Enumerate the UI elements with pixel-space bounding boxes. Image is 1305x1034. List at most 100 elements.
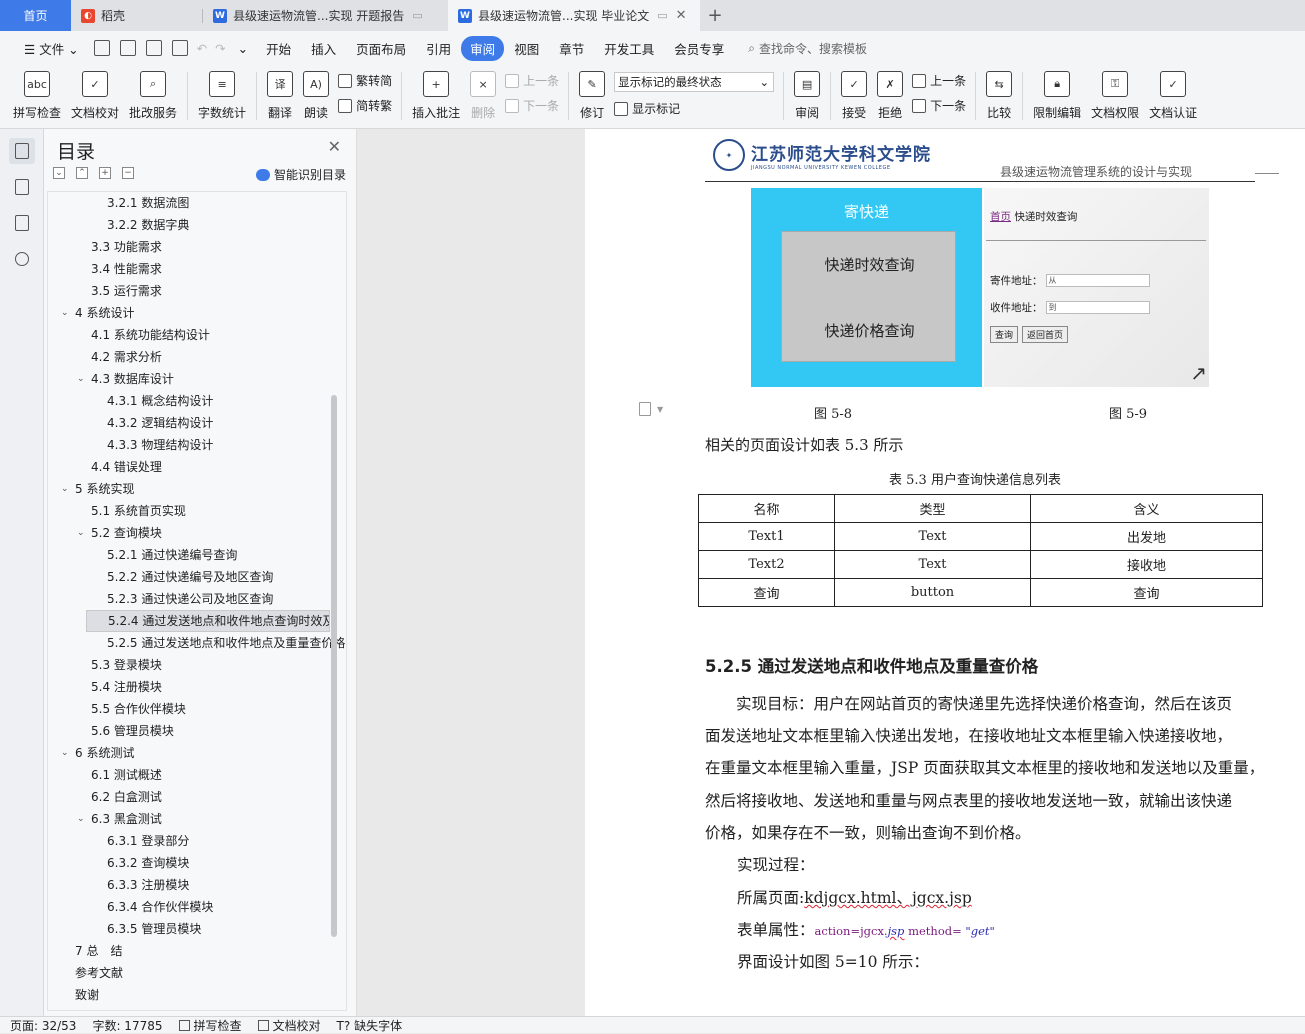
toc-item[interactable]: 6.3.2 查询模块	[48, 852, 346, 874]
close-icon[interactable]: ✕	[328, 137, 341, 156]
toc-item[interactable]: 5.6 管理员模块	[48, 720, 346, 742]
simp-to-trad-button[interactable]: 简转繁	[338, 97, 392, 114]
toc-item[interactable]: 参考文献	[48, 962, 346, 984]
toc-item[interactable]: 5.2.4 通过发送地点和收件地点查询时效及价格	[86, 610, 330, 632]
compare-button[interactable]: ⇆ 比较	[981, 65, 1017, 125]
toc-item[interactable]: 6.3.5 管理员模块	[48, 918, 346, 940]
spell-check-toggle[interactable]: 拼写检查	[178, 1017, 242, 1034]
menu-layout[interactable]: 页面布局	[346, 36, 416, 61]
annotation-service-button[interactable]: ⌕ 批改服务	[124, 65, 182, 125]
toc-item[interactable]: 3.5 运行需求	[48, 280, 346, 302]
add-heading-icon[interactable]: +	[99, 167, 111, 179]
toc-item[interactable]: 3.2.1 数据流图	[48, 192, 346, 214]
menu-member[interactable]: 会员专享	[664, 36, 734, 61]
missing-font-button[interactable]: T? 缺失字体	[337, 1017, 403, 1034]
menu-reference[interactable]: 引用	[416, 36, 461, 61]
tab-thesis[interactable]: W 县级速运物流管...实现 毕业论文 ▭ ✕	[448, 0, 700, 31]
prev-revision-button[interactable]: 上一条	[912, 72, 966, 89]
accept-button[interactable]: ✓ 接受	[836, 65, 872, 125]
save-icon[interactable]	[93, 40, 110, 56]
new-tab-button[interactable]: +	[700, 0, 730, 31]
toc-item[interactable]: 6.3.3 注册模块	[48, 874, 346, 896]
doc-cert-button[interactable]: ✓ 文档认证	[1144, 65, 1202, 125]
doc-rights-button[interactable]: ⚿ 文档权限	[1086, 65, 1144, 125]
page-indicator[interactable]: 页面: 32/53	[10, 1017, 76, 1034]
chevron-down-icon[interactable]: ▼	[657, 405, 663, 414]
next-comment-button[interactable]: 下一条	[505, 97, 559, 114]
menu-insert[interactable]: 插入	[301, 36, 346, 61]
menu-review[interactable]: 审阅	[461, 35, 505, 61]
toc-item[interactable]: 3.2.2 数据字典	[48, 214, 346, 236]
toc-item[interactable]: 7 总 结	[48, 940, 346, 962]
toc-item[interactable]: 4.3.2 逻辑结构设计	[48, 412, 346, 434]
toc-item[interactable]: 6.1 测试概述	[48, 764, 346, 786]
toc-item[interactable]: 6.2 白盒测试	[48, 786, 346, 808]
chevron-down-icon[interactable]: ⌄	[77, 522, 85, 544]
toc-item[interactable]: 4.3.3 物理结构设计	[48, 434, 346, 456]
expand-all-icon[interactable]: ⌄	[53, 167, 65, 179]
toc-item[interactable]: 4.4 错误处理	[48, 456, 346, 478]
toc-item[interactable]: 6.3.1 登录部分	[48, 830, 346, 852]
tab-docer[interactable]: ◐ 稻壳	[71, 0, 202, 31]
toc-item[interactable]: 5.4 注册模块	[48, 676, 346, 698]
print-preview-icon[interactable]	[171, 40, 188, 56]
menu-view[interactable]: 视图	[504, 36, 549, 61]
chevron-down-icon[interactable]: ⌄	[61, 302, 69, 324]
chevron-down-icon[interactable]: ⌄	[61, 478, 69, 500]
close-tab-icon[interactable]: ✕	[676, 8, 687, 23]
export-icon[interactable]	[119, 40, 136, 56]
doc-proof-button[interactable]: ✓ 文档校对	[66, 65, 124, 125]
prev-comment-button[interactable]: 上一条	[505, 72, 559, 89]
toc-item[interactable]: 5.2.2 通过快递编号及地区查询	[48, 566, 346, 588]
toc-item[interactable]: ⌄ 4 系统设计	[48, 302, 346, 324]
undo-icon[interactable]: ↶	[193, 41, 211, 56]
toc-item[interactable]: 致谢	[48, 984, 346, 1006]
toc-item[interactable]: 5.5 合作伙伴模块	[48, 698, 346, 720]
restrict-edit-button[interactable]: 🔒︎ 限制编辑	[1028, 65, 1086, 125]
trad-to-simp-button[interactable]: 繁转简	[338, 72, 392, 89]
reject-button[interactable]: ✗ 拒绝	[872, 65, 908, 125]
outline-button[interactable]	[8, 138, 35, 164]
file-menu[interactable]: ☰ 文件 ⌄	[14, 36, 89, 61]
toc-item[interactable]: 5.2.5 通过发送地点和收件地点及重量查价格	[48, 632, 346, 654]
toc-item[interactable]: 6.3.4 合作伙伴模块	[48, 896, 346, 918]
tab-home[interactable]: 首页	[0, 0, 71, 31]
track-changes-button[interactable]: ✎ 修订	[574, 65, 610, 125]
collapse-all-icon[interactable]: ⌃	[76, 167, 88, 179]
toc-item[interactable]: 3.3 功能需求	[48, 236, 346, 258]
paragraph-menu-icon[interactable]	[639, 402, 651, 416]
menu-section[interactable]: 章节	[549, 36, 594, 61]
read-aloud-button[interactable]: A) 朗读	[298, 65, 334, 125]
show-marks-button[interactable]: 显示标记	[614, 100, 774, 117]
word-count-button[interactable]: ≡ 字数统计	[193, 65, 251, 125]
toc-item[interactable]: ⌄ 6 系统测试	[48, 742, 346, 764]
toc-item[interactable]: 4.3.1 概念结构设计	[48, 390, 346, 412]
spell-check-button[interactable]: abc 拼写检查	[8, 65, 66, 125]
tab-proposal[interactable]: W 县级速运物流管...实现 开题报告 ▭	[203, 0, 448, 31]
menu-start[interactable]: 开始	[256, 36, 301, 61]
doc-proof-toggle[interactable]: 文档校对	[257, 1017, 321, 1034]
toc-scrollbar[interactable]	[331, 395, 337, 937]
toc-item[interactable]: 4.2 需求分析	[48, 346, 346, 368]
toc-item[interactable]: 4.1 系统功能结构设计	[48, 324, 346, 346]
toc-item[interactable]: 3.4 性能需求	[48, 258, 346, 280]
word-count-indicator[interactable]: 字数: 17785	[92, 1017, 162, 1034]
toc-item[interactable]: ⌄ 4.3 数据库设计	[48, 368, 346, 390]
toc-item[interactable]: ⌄ 5.2 查询模块	[48, 522, 346, 544]
quick-access-more-icon[interactable]: ⌄	[230, 41, 256, 56]
next-revision-button[interactable]: 下一条	[912, 97, 966, 114]
toc-item[interactable]: 5.3 登录模块	[48, 654, 346, 676]
toc-item[interactable]: 5.2.3 通过快递公司及地区查询	[48, 588, 346, 610]
toc-item[interactable]: 5.2.1 通过快递编号查询	[48, 544, 346, 566]
translate-button[interactable]: 译翻译	[262, 65, 298, 125]
search-button[interactable]	[9, 246, 35, 272]
toc-item[interactable]: ⌄ 5 系统实现	[48, 478, 346, 500]
markup-state-select[interactable]: 显示标记的最终状态 ⌄	[614, 72, 775, 92]
chevron-down-icon[interactable]: ⌄	[61, 742, 69, 764]
remove-heading-icon[interactable]: −	[122, 167, 134, 179]
chapter-button[interactable]	[9, 174, 35, 200]
bookmark-button[interactable]	[9, 210, 35, 236]
toc-item[interactable]: ⌄ 6.3 黑盒测试	[48, 808, 346, 830]
menu-devtools[interactable]: 开发工具	[594, 36, 664, 61]
chevron-down-icon[interactable]: ⌄	[77, 368, 85, 390]
